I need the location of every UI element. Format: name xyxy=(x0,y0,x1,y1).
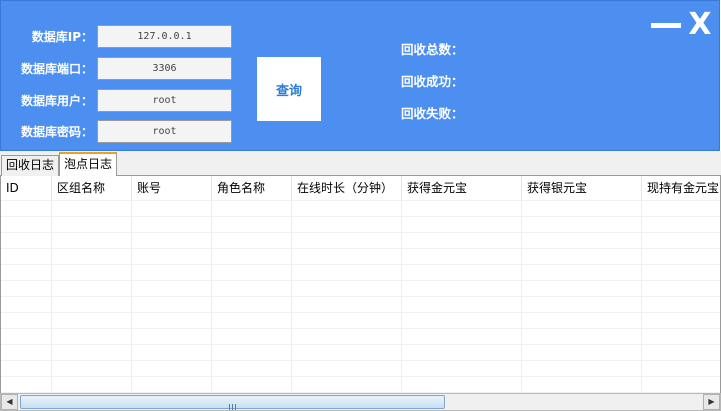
db-user-input[interactable] xyxy=(97,89,232,112)
row-divider xyxy=(1,360,720,361)
db-ip-input[interactable] xyxy=(97,25,232,48)
tab-strip: 回收日志 泡点日志 xyxy=(0,151,721,176)
recycle-failed-label: 回收失败： xyxy=(401,106,464,121)
recycle-success-label: 回收成功： xyxy=(401,74,464,89)
row-divider xyxy=(1,248,720,249)
row-divider xyxy=(1,264,720,265)
column-header-gold[interactable]: 获得金元宝 xyxy=(402,176,522,200)
row-divider xyxy=(1,312,720,313)
column-header-silver[interactable]: 获得银元宝 xyxy=(522,176,642,200)
table-body xyxy=(1,200,720,393)
scroll-left-icon[interactable]: ◀ xyxy=(1,394,18,410)
tab-bubble-log[interactable]: 泡点日志 xyxy=(59,152,118,176)
row-divider xyxy=(1,200,720,201)
db-password-label: 数据库密码： xyxy=(20,125,93,139)
row-divider xyxy=(1,280,720,281)
column-header-id[interactable]: ID xyxy=(1,176,52,200)
column-header-role[interactable]: 角色名称 xyxy=(212,176,292,200)
tab-recycle-log[interactable]: 回收日志 xyxy=(1,155,60,176)
recycle-total-label: 回收总数： xyxy=(401,42,464,57)
row-divider xyxy=(1,216,720,217)
row-divider xyxy=(1,344,720,345)
column-header-account[interactable]: 账号 xyxy=(132,176,212,200)
scrollbar-thumb[interactable] xyxy=(20,395,445,410)
log-table: ID 区组名称 账号 角色名称 在线时长（分钟） 获得金元宝 获得银元宝 现持有… xyxy=(0,176,721,393)
db-user-label: 数据库用户： xyxy=(20,94,93,108)
row-divider xyxy=(1,296,720,297)
column-header-online-time[interactable]: 在线时长（分钟） xyxy=(292,176,402,200)
grip-icon xyxy=(228,399,238,410)
table-header: ID 区组名称 账号 角色名称 在线时长（分钟） 获得金元宝 获得银元宝 现持有… xyxy=(1,176,720,200)
horizontal-scrollbar[interactable]: ◀ ▶ xyxy=(0,393,721,411)
row-divider xyxy=(1,328,720,329)
query-button[interactable]: 查询 xyxy=(257,57,321,121)
column-header-current-gold[interactable]: 现持有金元宝 xyxy=(642,176,720,200)
minimize-icon[interactable] xyxy=(651,23,681,28)
scroll-right-icon[interactable]: ▶ xyxy=(703,394,720,410)
db-port-input[interactable] xyxy=(97,57,232,80)
db-password-input[interactable] xyxy=(97,120,232,143)
row-divider xyxy=(1,232,720,233)
db-ip-label: 数据库IP： xyxy=(31,30,93,44)
close-icon[interactable]: X xyxy=(686,5,714,45)
connection-panel: 数据库IP： 数据库端口： 数据库用户： 数据库密码： 查询 回收总数： 回收成… xyxy=(0,0,720,151)
db-port-label: 数据库端口： xyxy=(20,62,93,76)
column-header-zone[interactable]: 区组名称 xyxy=(52,176,132,200)
row-divider xyxy=(1,376,720,377)
